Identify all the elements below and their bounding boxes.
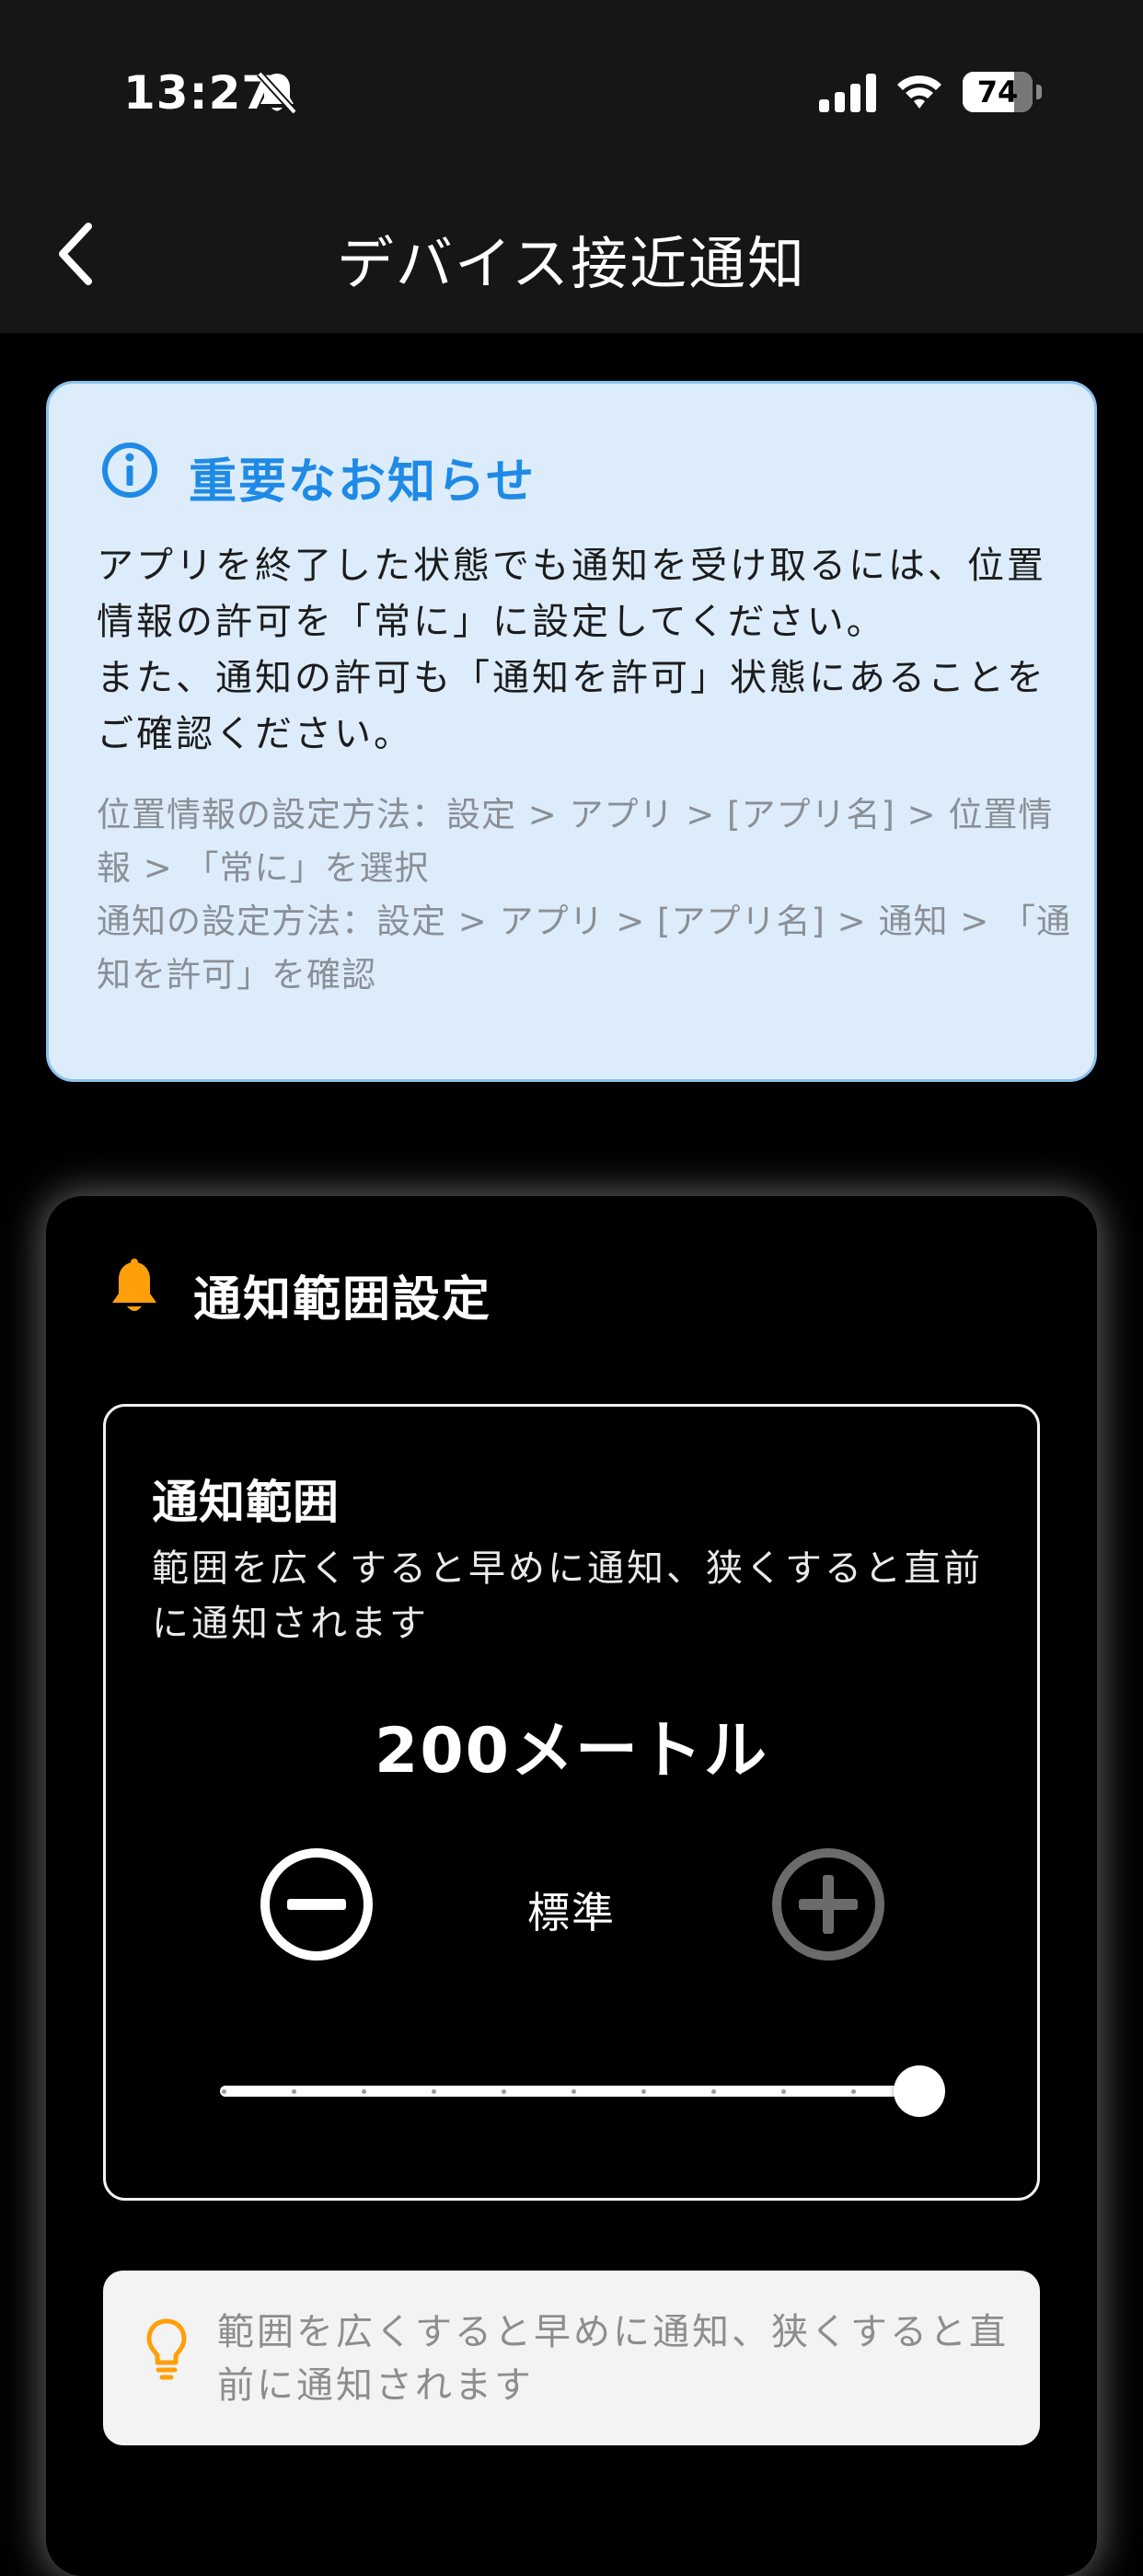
notice-body: アプリを終了した状態でも通知を受け取るには、位置情報の許可を「常に」に設定してく…: [97, 545, 1046, 755]
bell-icon: [112, 1259, 156, 1311]
increase-range-button[interactable]: [770, 1846, 886, 1962]
info-icon: [102, 443, 157, 498]
location-setting-steps: 位置情報の設定方法：設定 > アプリ > [アプリ名] > 位置情報 > 「常に…: [97, 795, 1054, 888]
slider-step-mark: [362, 2089, 366, 2094]
status-time: 13:27: [123, 66, 275, 120]
notification-range-panel: 通知範囲 範囲を広くすると早めに通知、狭くすると直前に通知されます 200メート…: [103, 1404, 1040, 2201]
slider-step-mark: [781, 2089, 786, 2094]
range-label: 通知範囲: [152, 1476, 340, 1529]
slider-step-mark: [851, 2089, 856, 2094]
slider-step-mark: [502, 2089, 506, 2094]
settings-title: 通知範囲設定: [193, 1272, 492, 1328]
notification-range-settings-card: 通知範囲設定 通知範囲 範囲を広くすると早めに通知、狭くすると直前に通知されます…: [46, 1196, 1097, 2576]
battery-indicator: 74: [963, 72, 1042, 112]
top-bar: 13:27 74 デバイス接近通知: [0, 0, 1143, 333]
notice-title: 重要なお知らせ: [189, 454, 536, 510]
slider-step-mark: [711, 2089, 716, 2094]
slider-step-mark: [572, 2089, 576, 2094]
slider-step-mark: [292, 2089, 296, 2094]
wifi-icon: [897, 75, 941, 109]
slider-track[interactable]: [220, 2086, 919, 2097]
range-description: 範囲を広くすると早めに通知、狭くすると直前に通知されます: [152, 1547, 983, 1645]
notification-setting-steps: 通知の設定方法：設定 > アプリ > [アプリ名] > 通知 > 「通知を許可」…: [97, 902, 1071, 995]
page-title: デバイス接近通知: [336, 230, 807, 297]
tip-text: 範囲を広くすると早めに通知、狭くすると直前に通知されます: [217, 2311, 1009, 2407]
slider-step-mark: [641, 2089, 646, 2094]
range-value: 200メートル: [375, 1715, 768, 1788]
battery-tip: [1036, 85, 1042, 99]
slider-step-mark: [432, 2089, 436, 2094]
slider-thumb[interactable]: [894, 2065, 945, 2117]
notice-instructions: 位置情報の設定方法：設定 > アプリ > [アプリ名] > 位置情報 > 「常に…: [97, 788, 1072, 1002]
important-notice-card: 重要なお知らせ アプリを終了した状態でも通知を受け取るには、位置情報の許可を「常…: [46, 381, 1097, 1082]
lightbulb-icon: [146, 2318, 187, 2380]
cellular-signal-icon: [819, 74, 876, 112]
battery-icon: 74: [963, 72, 1033, 112]
tip-box: 範囲を広くすると早めに通知、狭くすると直前に通知されます: [103, 2271, 1040, 2445]
range-level-label: 標準: [527, 1888, 616, 1938]
bell-slash-icon: [257, 71, 297, 115]
battery-level: 74: [976, 75, 1019, 109]
slider-step-mark: [222, 2089, 226, 2094]
range-slider[interactable]: [220, 2065, 945, 2117]
